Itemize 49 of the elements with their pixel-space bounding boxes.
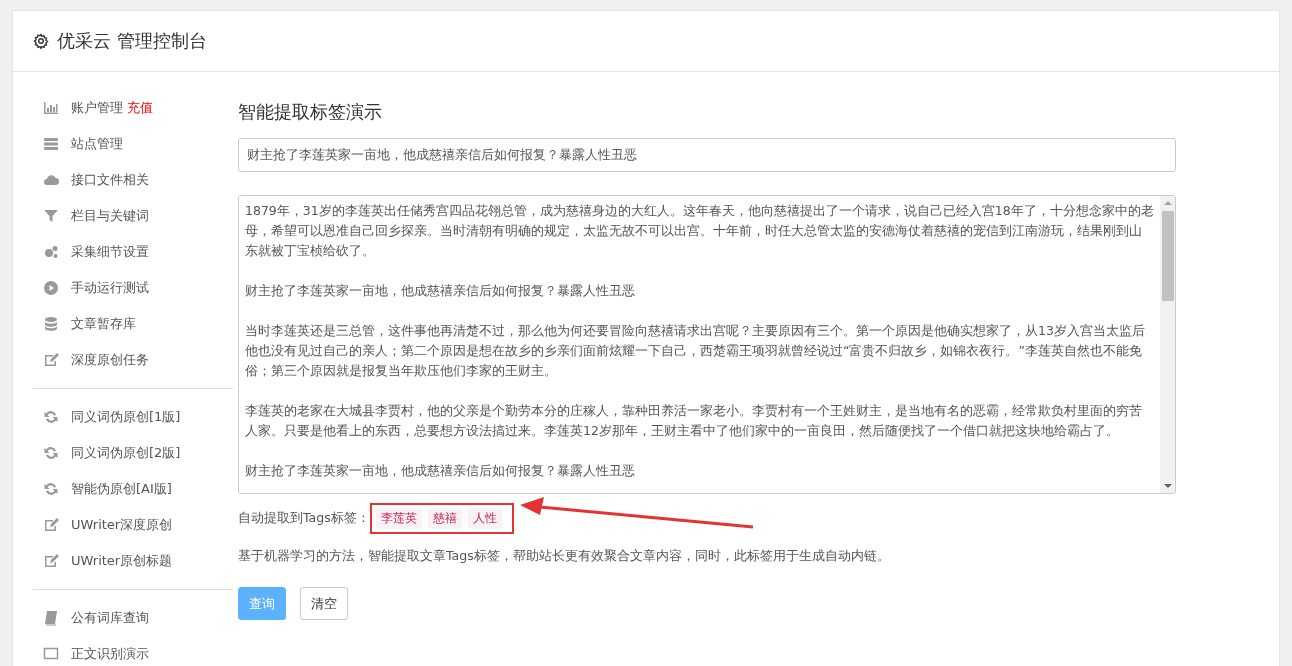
bar-chart-icon [43,100,59,116]
sidebar-item[interactable]: 栏目与关键词 [33,198,233,234]
title-field[interactable]: 财主抢了李莲英家一亩地，他成慈禧亲信后如何报复？暴露人性丑恶 [238,138,1176,172]
scroll-up-icon[interactable] [1163,199,1172,207]
clear-button[interactable]: 清空 [300,587,348,620]
refresh-icon [43,445,59,461]
edit-icon [43,517,59,533]
paragraph: 财主抢了李莲英家一亩地，他成慈禧亲信后如何报复？暴露人性丑恶 [245,282,636,300]
edit-icon [43,553,59,569]
paragraph: 财主抢了李莲英家一亩地，他成慈禧亲信后如何报复？暴露人性丑恶 [245,462,636,480]
sidebar-item[interactable]: 公有词库查询 [33,600,233,636]
edit-icon [43,352,59,368]
scroll-thumb[interactable] [1161,211,1174,301]
monitor-icon [43,646,59,662]
sidebar-item[interactable]: 正文识别演示 [33,636,233,666]
tag[interactable]: 人性 [467,508,502,529]
filter-icon [43,208,59,224]
tags-label: 自动提取到Tags标签： [238,510,370,527]
book-icon [43,610,59,626]
console-title: 优采云 管理控制台 [57,29,207,53]
database-icon [43,316,59,332]
tag[interactable]: 李莲英 [375,508,422,529]
description-text: 基于机器学习的方法，智能提取文章Tags标签，帮助站长更有效聚合文章内容，同时，此标签用于生成自动内链。 [238,548,891,565]
play-icon [43,280,59,296]
sidebar-item[interactable]: 接口文件相关 [33,162,233,198]
tag[interactable]: 慈禧 [427,508,462,529]
scrollbar[interactable] [1160,196,1175,493]
sidebar-item[interactable]: 智能伪原创[AI版] [33,471,233,507]
sidebar-item[interactable]: 同义词伪原创[1版] [33,399,233,435]
paragraph: 当时李莲英还是三总管，这件事他再清楚不过，那么他为何还要冒险向慈禧请求出宫呢？主要原因有三个。第一个原因是他确实想家了，从13岁入宫当太监后他也没有见过自己的亲人；第二个原因是想在故乡的乡亲们面前炫耀一下自己，西楚霸王项羽就曾经说过“富贵不归故乡，如锦衣夜行。”李莲英自然也不能免俗；第三个原因就是报复当年欺压他们李家的王财主。 [245,322,1146,380]
section-title: 智能提取标签演示 [238,100,383,124]
sidebar-item[interactable]: 站点管理 [33,126,233,162]
sidebar-item[interactable]: 同义词伪原创[2版] [33,435,233,471]
sidebar-item[interactable]: 文章暂存库 [33,306,233,342]
sidebar-item[interactable]: UWriter深度原创 [33,507,233,543]
sidebar-item[interactable]: 手动运行测试 [33,270,233,306]
paragraph: 1879年，31岁的李莲英出任储秀宫四品花翎总管，成为慈禧身边的大红人。这年春天，他向慈禧提出了一个请求，说自己已经入宫18年了，十分想念家中的老母，希望可以恩准自己回乡探亲。当时清朝有明确的规定，太监无故不可以出宫。十年前，时任大总管太监的安德海仗着慈禧的宠信到江南游玩，结果刚到山东就被丁宝桢给砍了。 [245,202,1154,260]
paragraph: 李莲英的老家在大城县李贾村，他的父亲是个勤劳本分的庄稼人，靠种田养活一家老小。李贾村有一个王姓财主，是当地有名的恶霸，经常欺负村里面的穷苦人家。只要是他看上的东西，总要想方设法搞过来。李莲英12岁那年，王财主看中了他们家中的一亩良田，然后随便找了一个借口就把这块地给霸占了。 [245,402,1143,440]
settings-icon [33,33,49,49]
scroll-down-icon[interactable] [1163,482,1172,490]
server-icon [43,136,59,152]
sidebar-item[interactable]: 深度原创任务 [33,342,233,378]
sidebar-item[interactable]: 账户管理 充值 [33,90,233,126]
recharge-link[interactable]: 充值 [127,100,153,115]
cloud-icon [43,172,59,188]
sidebar-item[interactable]: 采集细节设置 [33,234,233,270]
refresh-icon [43,409,59,425]
sidebar-item[interactable]: UWriter原创标题 [33,543,233,579]
refresh-icon [43,481,59,497]
